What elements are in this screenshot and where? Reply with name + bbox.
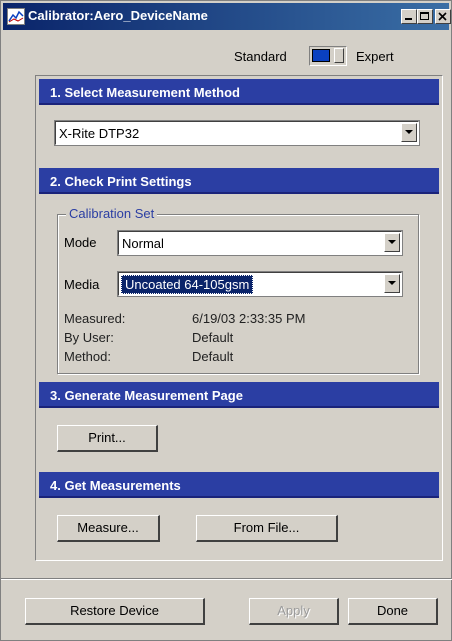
- measurement-method-value: X-Rite DTP32: [59, 126, 140, 141]
- app-icon: [7, 8, 25, 25]
- minimize-icon[interactable]: [401, 9, 417, 24]
- standard-expert-toggle[interactable]: [309, 46, 347, 66]
- print-button[interactable]: Print...: [57, 425, 158, 452]
- measured-value: 6/19/03 2:33:35 PM: [192, 311, 306, 326]
- method-value: Default: [192, 349, 234, 364]
- mode-toggle-row: Standard Expert: [1, 46, 452, 66]
- maximize-icon[interactable]: [417, 9, 433, 24]
- media-value: Uncoated 64-105gsm: [121, 275, 254, 294]
- chevron-down-icon[interactable]: [384, 274, 400, 293]
- mode-value: Normal: [122, 236, 164, 251]
- chevron-down-icon[interactable]: [384, 233, 400, 252]
- calibrator-window: Calibrator:Aero_DeviceName Standard Expe…: [0, 0, 452, 641]
- title-bar[interactable]: Calibrator:Aero_DeviceName: [3, 3, 451, 30]
- calibration-set-title: Calibration Set: [66, 206, 158, 221]
- close-icon[interactable]: [435, 9, 451, 24]
- method-label: Method:: [64, 349, 111, 364]
- window-title: Calibrator:Aero_DeviceName: [28, 8, 208, 23]
- by-user-value: Default: [192, 330, 234, 345]
- media-select[interactable]: Uncoated 64-105gsm: [117, 271, 403, 297]
- section-header-select-method: 1. Select Measurement Method: [39, 79, 439, 105]
- mode-select[interactable]: Normal: [117, 230, 403, 256]
- calibration-steps-panel: 1. Select Measurement Method X-Rite DTP3…: [35, 75, 443, 561]
- footer-divider: [1, 578, 452, 580]
- measurement-method-select[interactable]: X-Rite DTP32: [54, 120, 420, 146]
- restore-device-button[interactable]: Restore Device: [25, 598, 205, 625]
- done-button[interactable]: Done: [348, 598, 438, 625]
- mode-label: Mode: [64, 235, 97, 250]
- media-label: Media: [64, 277, 100, 292]
- apply-button: Apply: [249, 598, 339, 625]
- section-header-generate-page: 3. Generate Measurement Page: [39, 382, 439, 408]
- by-user-label: By User:: [64, 330, 114, 345]
- section-header-get-measurements: 4. Get Measurements: [39, 472, 439, 498]
- chevron-down-icon[interactable]: [401, 123, 417, 142]
- from-file-button[interactable]: From File...: [196, 515, 338, 542]
- section-header-print-settings: 2. Check Print Settings: [39, 168, 439, 194]
- expert-label: Expert: [356, 49, 394, 64]
- toggle-thumb: [312, 49, 330, 62]
- measured-label: Measured:: [64, 311, 126, 326]
- measure-button[interactable]: Measure...: [57, 515, 160, 542]
- calibration-set-group: Calibration Set Mode Normal Media Uncoat…: [57, 206, 419, 374]
- toggle-knob: [334, 48, 344, 63]
- standard-label: Standard: [234, 49, 287, 64]
